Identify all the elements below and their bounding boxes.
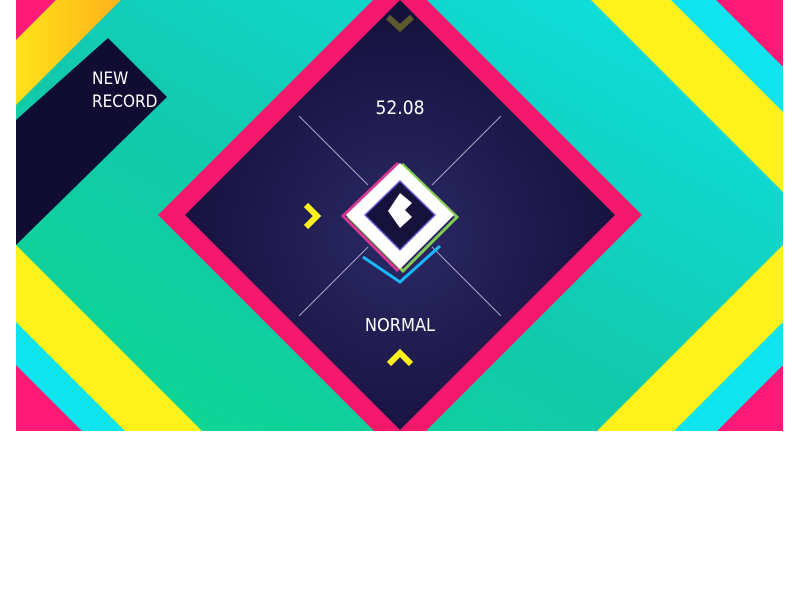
difficulty-label: NORMAL [365,315,435,336]
score-label: 52.08 [376,97,425,119]
badge-line-record: RECORD [92,92,157,112]
badge-line-new: NEW [92,69,128,89]
game-scene: NEW RECORD 52.08 NORMAL [16,0,783,431]
game-screen: NEW RECORD 52.08 NORMAL [16,0,783,431]
